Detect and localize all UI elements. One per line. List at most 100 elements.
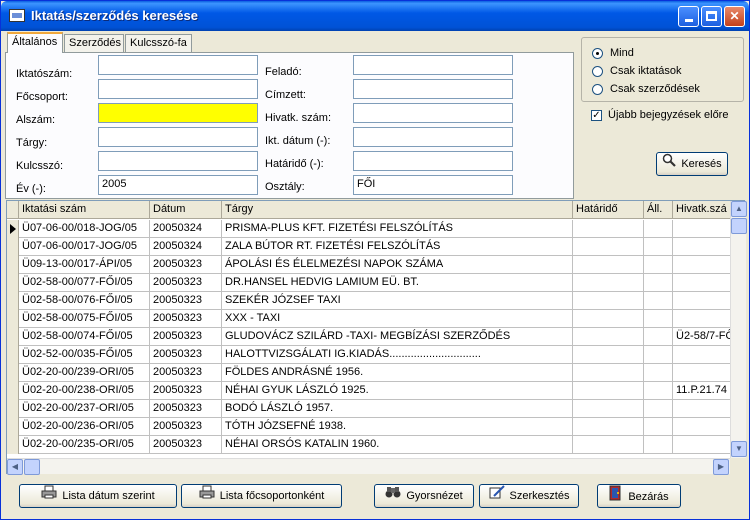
focsoport-field[interactable] xyxy=(98,79,258,99)
tab-kulcsszo-fa[interactable]: Kulcsszó-fa xyxy=(125,34,192,52)
felado-field[interactable] xyxy=(353,55,513,75)
row-indicator xyxy=(7,328,19,346)
radio-dot xyxy=(592,66,603,77)
iktatoszam-field[interactable] xyxy=(98,55,258,75)
scroll-up-icon[interactable]: ▲ xyxy=(731,201,747,217)
table-row[interactable]: Ü02-20-00/236-ORI/05 20050323 TÓTH JÓZSE… xyxy=(7,418,730,436)
table-row[interactable]: Ü02-58-00/075-FŐI/05 20050323 XXX - TAXI xyxy=(7,310,730,328)
quick-view-button[interactable]: Gyorsnézet xyxy=(374,484,474,508)
cell-hatarido xyxy=(573,436,644,454)
edit-button[interactable]: Szerkesztés xyxy=(479,484,579,508)
cell-hivatk-szam xyxy=(673,364,730,382)
vertical-scroll-thumb[interactable] xyxy=(731,218,747,234)
osztaly-label: Osztály: xyxy=(265,181,305,193)
table-row[interactable]: Ü02-52-00/035-FŐI/05 20050323 HALOTTVIZS… xyxy=(7,346,730,364)
table-row[interactable]: Ü07-06-00/017-JOG/05 20050324 ZALA BÚTOR… xyxy=(7,238,730,256)
targy-field[interactable] xyxy=(98,127,258,147)
search-button[interactable]: Keresés xyxy=(656,152,728,176)
hivatk-szam-field[interactable] xyxy=(353,103,513,123)
results-grid: Iktatási szám Dátum Tárgy Határidő Áll. … xyxy=(6,200,747,475)
cell-targy: DR.HANSEL HEDVIG LAMIUM EÜ. BT. xyxy=(222,274,573,292)
horizontal-scrollbar[interactable]: ◀ ▶ xyxy=(7,458,730,475)
column-header-iktatasi-szam[interactable]: Iktatási szám xyxy=(19,201,150,219)
cell-all xyxy=(644,364,673,382)
cell-hivatk-szam xyxy=(673,436,730,454)
cell-targy: XXX - TAXI xyxy=(222,310,573,328)
column-header-all[interactable]: Áll. xyxy=(644,201,673,219)
row-indicator xyxy=(7,238,19,256)
table-row[interactable]: Ü02-20-00/238-ORI/05 20050323 NÉHAI GYUK… xyxy=(7,382,730,400)
minimize-button[interactable] xyxy=(678,6,699,27)
table-row[interactable]: Ü02-58-00/077-FŐI/05 20050323 DR.HANSEL … xyxy=(7,274,730,292)
scroll-left-icon[interactable]: ◀ xyxy=(7,459,23,475)
title-bar[interactable]: Iktatás/szerződés keresése ✕ xyxy=(1,1,749,31)
table-row[interactable]: Ü02-20-00/235-ORI/05 20050323 NÉHAI ORSÓ… xyxy=(7,436,730,454)
cell-targy: NÉHAI GYUK LÁSZLÓ 1925. xyxy=(222,382,573,400)
cell-datum: 20050323 xyxy=(150,400,222,418)
cell-all xyxy=(644,418,673,436)
column-header-hatarido[interactable]: Határidő xyxy=(573,201,644,219)
horizontal-scroll-thumb[interactable] xyxy=(24,459,40,475)
cell-hatarido xyxy=(573,220,644,238)
app-window-icon xyxy=(9,9,25,22)
table-row[interactable]: Ü02-20-00/239-ORI/05 20050323 FÖLDES AND… xyxy=(7,364,730,382)
vertical-scrollbar[interactable]: ▲ ▼ xyxy=(730,201,747,458)
cell-all xyxy=(644,256,673,274)
quick-view-label: Gyorsnézet xyxy=(406,490,463,502)
table-row[interactable]: Ü02-20-00/237-ORI/05 20050323 BODÓ LÁSZL… xyxy=(7,400,730,418)
cell-iktatasi-szam: Ü02-58-00/075-FŐI/05 xyxy=(19,310,150,328)
cell-datum: 20050324 xyxy=(150,220,222,238)
alszam-field[interactable] xyxy=(98,103,258,123)
cell-all xyxy=(644,238,673,256)
column-header-hivatk-szam[interactable]: Hivatk.szá xyxy=(673,201,730,219)
scroll-right-icon[interactable]: ▶ xyxy=(713,459,729,475)
close-button[interactable]: ✕ xyxy=(724,6,745,27)
hatarido-field[interactable] xyxy=(353,151,513,171)
tab-altalanos[interactable]: Általános xyxy=(7,32,63,53)
cell-hatarido xyxy=(573,274,644,292)
cimzett-field[interactable] xyxy=(353,79,513,99)
row-indicator xyxy=(7,400,19,418)
checkmark-icon: ✓ xyxy=(591,110,602,121)
row-indicator xyxy=(7,418,19,436)
kulcsszo-field[interactable] xyxy=(98,151,258,171)
cell-datum: 20050323 xyxy=(150,274,222,292)
scrollbar-corner xyxy=(730,458,746,474)
ikt-datum-label: Ikt. dátum (-): xyxy=(265,135,331,147)
cell-hatarido xyxy=(573,256,644,274)
cell-datum: 20050323 xyxy=(150,292,222,310)
cell-iktatasi-szam: Ü02-58-00/074-FŐI/05 xyxy=(19,328,150,346)
cell-iktatasi-szam: Ü02-20-00/239-ORI/05 xyxy=(19,364,150,382)
close-dialog-button[interactable]: Bezárás xyxy=(597,484,681,508)
row-indicator xyxy=(7,292,19,310)
maximize-button[interactable] xyxy=(701,6,722,27)
cell-targy: FÖLDES ANDRÁSNÉ 1956. xyxy=(222,364,573,382)
scroll-down-icon[interactable]: ▼ xyxy=(731,441,747,457)
column-header-targy[interactable]: Tárgy xyxy=(222,201,573,219)
cell-all xyxy=(644,220,673,238)
table-row[interactable]: Ü09-13-00/017-ÁPI/05 20050323 ÁPOLÁSI ÉS… xyxy=(7,256,730,274)
table-row[interactable]: Ü02-58-00/074-FŐI/05 20050323 GLUDOVÁCZ … xyxy=(7,328,730,346)
cell-hatarido xyxy=(573,292,644,310)
cell-hatarido xyxy=(573,400,644,418)
edit-label: Szerkesztés xyxy=(509,490,570,502)
binoculars-icon xyxy=(385,485,401,507)
table-row[interactable]: Ü07-06-00/018-JOG/05 20050324 PRISMA-PLU… xyxy=(7,220,730,238)
exit-door-icon xyxy=(609,485,623,509)
table-row[interactable]: Ü02-58-00/076-FŐI/05 20050323 SZEKÉR JÓZ… xyxy=(7,292,730,310)
cell-datum: 20050323 xyxy=(150,256,222,274)
cell-hivatk-szam xyxy=(673,310,730,328)
radio-dot-selected xyxy=(592,48,603,59)
cell-datum: 20050323 xyxy=(150,436,222,454)
list-by-date-button[interactable]: Lista dátum szerint xyxy=(19,484,177,508)
ikt-datum-field[interactable] xyxy=(353,127,513,147)
cell-all xyxy=(644,436,673,454)
cell-datum: 20050323 xyxy=(150,382,222,400)
cell-datum: 20050323 xyxy=(150,364,222,382)
ev-field[interactable]: 2005 xyxy=(98,175,258,195)
osztaly-field[interactable]: FŐI xyxy=(353,175,513,195)
list-by-group-button[interactable]: Lista főcsoportonként xyxy=(181,484,342,508)
cell-targy: SZEKÉR JÓZSEF TAXI xyxy=(222,292,573,310)
column-header-datum[interactable]: Dátum xyxy=(150,201,222,219)
tab-szerzodes[interactable]: Szerződés xyxy=(64,34,124,52)
